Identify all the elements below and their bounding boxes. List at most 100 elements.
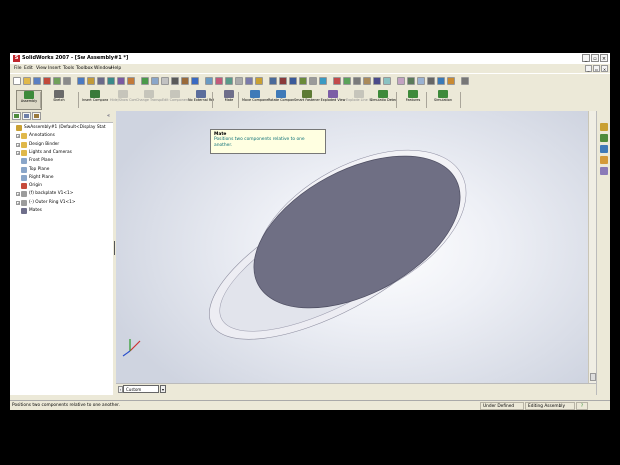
standard-tool-23-icon[interactable]: [245, 77, 253, 85]
standard-tool-12-icon[interactable]: [127, 77, 135, 85]
standard-tool-43-icon[interactable]: [461, 77, 469, 85]
cmd-move-component-button[interactable]: Move Component: [242, 90, 268, 110]
cmd-no-external-references-button[interactable]: No External References: [188, 90, 214, 110]
propertymanager-tab[interactable]: [22, 112, 31, 120]
menu-edit[interactable]: Edit: [24, 64, 33, 73]
standard-tool-38-icon[interactable]: [407, 77, 415, 85]
standard-tool-4-icon[interactable]: [43, 77, 51, 85]
standard-tool-8-icon[interactable]: [87, 77, 95, 85]
tree-node[interactable]: Front Plane: [10, 157, 113, 165]
cmd-sketch-button[interactable]: Sketch: [46, 90, 72, 110]
view-palette-icon[interactable]: [600, 167, 608, 175]
standard-tool-25-icon[interactable]: [269, 77, 277, 85]
standard-tool-6-icon[interactable]: [63, 77, 71, 85]
standard-tool-39-icon[interactable]: [417, 77, 425, 85]
expand-icon[interactable]: +: [16, 134, 20, 139]
standard-tool-20-icon[interactable]: [215, 77, 223, 85]
cmd-edit-component-button[interactable]: Edit Component: [162, 90, 188, 110]
standard-tool-30-icon[interactable]: [319, 77, 327, 85]
doc-close-icon[interactable]: ×: [601, 65, 608, 72]
standard-tool-31-icon[interactable]: [333, 77, 341, 85]
standard-tool-42-icon[interactable]: [447, 77, 455, 85]
standard-tool-21-icon[interactable]: [225, 77, 233, 85]
standard-tool-18-icon[interactable]: [191, 77, 199, 85]
design-library-icon[interactable]: [600, 134, 608, 142]
task-pane-home-icon[interactable]: [600, 123, 608, 131]
standard-tool-28-icon[interactable]: [299, 77, 307, 85]
standard-tool-17-icon[interactable]: [181, 77, 189, 85]
standard-tool-35-icon[interactable]: [373, 77, 381, 85]
standard-tool-33-icon[interactable]: [353, 77, 361, 85]
cmd-features-button[interactable]: Features: [400, 90, 426, 110]
scroll-left-icon[interactable]: ‹: [118, 386, 123, 393]
menu-insert[interactable]: Insert: [48, 64, 61, 73]
expand-icon[interactable]: +: [16, 150, 20, 155]
tree-node[interactable]: Top Plane: [10, 166, 113, 174]
menu-view[interactable]: View: [36, 64, 47, 73]
tree-node[interactable]: SwAssembly#1 (Default<Display Stat: [10, 124, 113, 132]
menu-file[interactable]: File: [14, 64, 22, 73]
cmd-insert-compone-button[interactable]: Insert Compone...: [82, 90, 108, 110]
file-explorer-icon[interactable]: [600, 145, 608, 153]
menu-help[interactable]: Help: [111, 64, 121, 73]
standard-tool-13-icon[interactable]: [141, 77, 149, 85]
restore-icon[interactable]: ▫: [591, 54, 599, 62]
standard-tool-37-icon[interactable]: [397, 77, 405, 85]
cmd-smart-fasteners-button[interactable]: Smart Fasteners: [294, 90, 320, 110]
assembly-model[interactable]: [116, 111, 596, 383]
tree-node[interactable]: + Annotations: [10, 132, 113, 140]
configurationmanager-tab[interactable]: [32, 112, 41, 120]
doc-minimize-icon[interactable]: _: [585, 65, 592, 72]
standard-tool-27-icon[interactable]: [289, 77, 297, 85]
expand-icon[interactable]: +: [16, 200, 20, 205]
tree-node[interactable]: + Design Binder: [10, 141, 113, 149]
standard-tool-11-icon[interactable]: [117, 77, 125, 85]
standard-tool-2-icon[interactable]: [23, 77, 31, 85]
tree-node[interactable]: Mates: [10, 207, 113, 215]
standard-tool-19-icon[interactable]: [205, 77, 213, 85]
graphics-viewport[interactable]: [116, 111, 596, 383]
tree-node[interactable]: + (-) Outer Ring V1<1>: [10, 199, 113, 207]
standard-tool-7-icon[interactable]: [77, 77, 85, 85]
menu-tools[interactable]: Tools: [63, 64, 74, 73]
cmd-rotate-component-button[interactable]: Rotate Component: [268, 90, 294, 110]
cmd-simulatio-detection-button[interactable]: Simulatio Detection: [370, 90, 396, 110]
configuration-tab[interactable]: Custom: [123, 385, 159, 393]
doc-restore-icon[interactable]: ▫: [593, 65, 600, 72]
cmd-change-transparen-button[interactable]: Change Transparen...: [136, 90, 162, 110]
standard-tool-24-icon[interactable]: [255, 77, 263, 85]
tree-node[interactable]: Right Plane: [10, 174, 113, 182]
chevron-down-icon[interactable]: ▾: [160, 385, 166, 393]
cmd-assembly-button[interactable]: Assembly: [16, 90, 42, 110]
standard-tool-10-icon[interactable]: [107, 77, 115, 85]
expand-icon[interactable]: +: [16, 142, 20, 147]
standard-tool-22-icon[interactable]: [235, 77, 243, 85]
standard-tool-16-icon[interactable]: [171, 77, 179, 85]
tree-node[interactable]: Origin: [10, 182, 113, 190]
standard-tool-14-icon[interactable]: [151, 77, 159, 85]
minimize-icon[interactable]: _: [582, 54, 590, 62]
featuremanager-tab[interactable]: [12, 112, 21, 120]
standard-tool-41-icon[interactable]: [437, 77, 445, 85]
standard-tool-26-icon[interactable]: [279, 77, 287, 85]
standard-tool-5-icon[interactable]: [53, 77, 61, 85]
help-icon[interactable]: ?: [576, 402, 588, 410]
standard-tool-34-icon[interactable]: [363, 77, 371, 85]
standard-tool-3-icon[interactable]: [33, 77, 41, 85]
tree-node[interactable]: + Lights and Cameras: [10, 149, 113, 157]
menu-toolbox[interactable]: Toolbox: [76, 64, 93, 73]
standard-tool-15-icon[interactable]: [161, 77, 169, 85]
tree-node[interactable]: + (f) backplate V1<1>: [10, 190, 113, 198]
tree-collapse-icon[interactable]: «: [107, 113, 110, 119]
standard-tool-40-icon[interactable]: [427, 77, 435, 85]
cmd-explode-line-sketch-button[interactable]: Explode Line Sketch: [346, 90, 372, 110]
standard-tool-29-icon[interactable]: [309, 77, 317, 85]
standard-tool-32-icon[interactable]: [343, 77, 351, 85]
standard-tool-36-icon[interactable]: [383, 77, 391, 85]
cmd-hide-show-componen-button[interactable]: Hide/Show Componen...: [110, 90, 136, 110]
search-icon[interactable]: [600, 156, 608, 164]
expand-icon[interactable]: +: [16, 192, 20, 197]
cmd-exploded-view-button[interactable]: Exploded View: [320, 90, 346, 110]
menu-window[interactable]: Window: [94, 64, 112, 73]
splitter-grip[interactable]: [114, 241, 115, 255]
